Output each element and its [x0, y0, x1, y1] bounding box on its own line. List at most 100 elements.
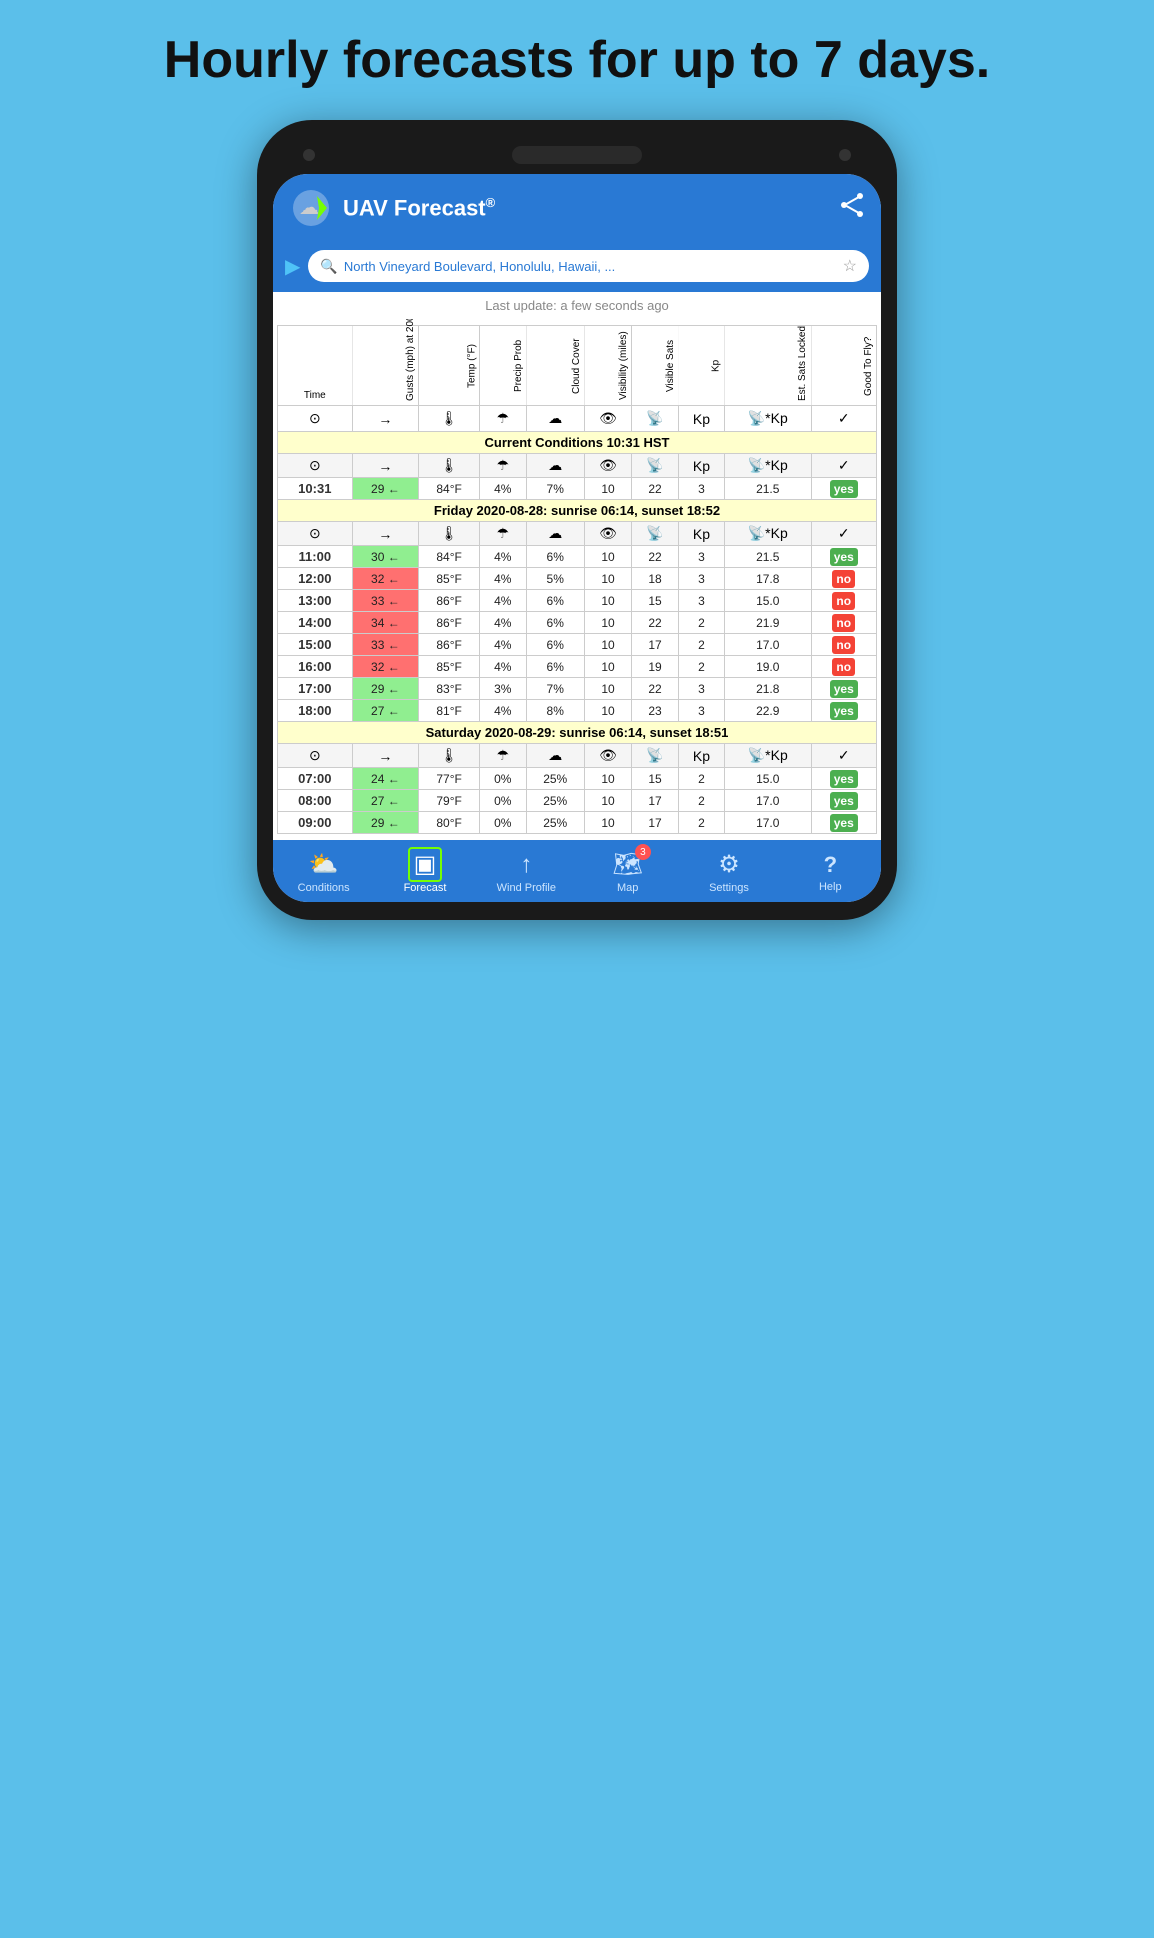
table-row: 15:00 33 ← 86°F 4% 6% 10 17 2 17.0 no	[278, 634, 877, 656]
cell-gusts: 33 ←	[352, 590, 419, 612]
cell-precip: 0%	[480, 768, 527, 790]
cell-precip: 4%	[480, 590, 527, 612]
nav-help[interactable]: ? Help	[795, 852, 865, 893]
cell-fly: yes	[811, 768, 876, 790]
cell-temp: 86°F	[419, 634, 480, 656]
icon-precip: ☂	[480, 406, 527, 432]
cell-gusts: 34 ←	[352, 612, 419, 634]
cell-est-sats: 21.5	[724, 546, 811, 568]
si-precip: ☂	[480, 744, 527, 768]
cell-time: 13:00	[278, 590, 353, 612]
hero-text: Hourly forecasts for up to 7 days.	[124, 30, 1030, 90]
cell-kp: 2	[678, 812, 724, 834]
cell-cloud: 8%	[526, 700, 584, 722]
nav-settings-label: Settings	[709, 882, 749, 894]
cell-sats: 23	[632, 700, 679, 722]
cell-est-sats: 17.0	[724, 634, 811, 656]
nav-forecast[interactable]: ▣ Forecast	[390, 850, 460, 894]
nav-settings[interactable]: ⚙ Settings	[694, 850, 764, 894]
cell-precip: 4%	[480, 546, 527, 568]
cell-sats: 17	[632, 812, 679, 834]
nav-conditions[interactable]: ⛅ Conditions	[289, 850, 359, 894]
cell-time: 16:00	[278, 656, 353, 678]
table-row: 08:00 27 ← 79°F 0% 25% 10 17 2 17.0 yes	[278, 790, 877, 812]
search-icon: 🔍	[320, 258, 337, 275]
cell-time: 18:00	[278, 700, 353, 722]
cell-temp: 85°F	[419, 656, 480, 678]
cell-visibility: 10	[584, 812, 631, 834]
cell-sats: 19	[632, 656, 679, 678]
cell-visibility: 10	[584, 768, 631, 790]
cell-sats: 15	[632, 768, 679, 790]
cell-cloud: 5%	[526, 568, 584, 590]
cell-gusts: 29 ←	[352, 812, 419, 834]
cell-time: 09:00	[278, 812, 353, 834]
cell-sats: 18	[632, 568, 679, 590]
cc-sats: 22	[632, 478, 679, 500]
cell-gusts: 24 ←	[352, 768, 419, 790]
icon-row: ⊙ → 🌡 ☂ ☁ 👁 📡 Kp 📡*Kp ✓	[278, 406, 877, 432]
icon-gusts: →	[352, 406, 419, 432]
cell-fly: yes	[811, 790, 876, 812]
cell-time: 15:00	[278, 634, 353, 656]
table-row: 18:00 27 ← 81°F 4% 8% 10 23 3 22.9 yes	[278, 700, 877, 722]
cell-visibility: 10	[584, 546, 631, 568]
cell-est-sats: 15.0	[724, 590, 811, 612]
si-sats: 📡	[632, 454, 679, 478]
app-header-left: ☁ UAV Forecast®	[289, 186, 495, 230]
saturday-label: Saturday 2020-08-29: sunrise 06:14, suns…	[278, 722, 877, 744]
cell-visibility: 10	[584, 612, 631, 634]
forecast-icon: ▣	[408, 847, 443, 882]
cell-cloud: 6%	[526, 612, 584, 634]
cc-time: 10:31	[278, 478, 353, 500]
cell-sats: 22	[632, 678, 679, 700]
si-vis: 👁	[584, 454, 631, 478]
phone-notch	[273, 138, 881, 174]
si-precip: ☂	[480, 522, 527, 546]
cell-fly: no	[811, 612, 876, 634]
location-arrow-icon[interactable]: ▶	[285, 254, 300, 279]
cell-precip: 4%	[480, 612, 527, 634]
nav-map[interactable]: 🗺 3 Map	[593, 850, 663, 894]
cell-kp: 2	[678, 768, 724, 790]
cell-time: 17:00	[278, 678, 353, 700]
cell-fly: yes	[811, 678, 876, 700]
icon-kp: Kp	[678, 406, 724, 432]
col-header-cloud: Cloud Cover	[526, 326, 584, 406]
col-header-temp: Temp (°F)	[419, 326, 480, 406]
cell-est-sats: 17.8	[724, 568, 811, 590]
cell-kp: 2	[678, 634, 724, 656]
current-conditions-row: 10:31 29 ← 84°F 4% 7% 10 22 3 21.5 yes	[278, 478, 877, 500]
cell-gusts: 32 ←	[352, 656, 419, 678]
si-time: ⊙	[278, 522, 353, 546]
si-kp: Kp	[678, 744, 724, 768]
si-gusts: →	[352, 744, 419, 768]
cell-kp: 3	[678, 700, 724, 722]
cell-fly: no	[811, 568, 876, 590]
saturday-header: Saturday 2020-08-29: sunrise 06:14, suns…	[278, 722, 877, 744]
si-kp: Kp	[678, 522, 724, 546]
cell-kp: 3	[678, 568, 724, 590]
icon-fly: ✓	[811, 406, 876, 432]
search-input-container[interactable]: 🔍 North Vineyard Boulevard, Honolulu, Ha…	[308, 250, 869, 282]
nav-wind-profile[interactable]: ↑ Wind Profile	[491, 851, 561, 894]
phone-screen: ☁ UAV Forecast® ▶	[273, 174, 881, 902]
cell-est-sats: 17.0	[724, 790, 811, 812]
cell-cloud: 6%	[526, 656, 584, 678]
cell-time: 11:00	[278, 546, 353, 568]
si-vis: 👁	[584, 522, 631, 546]
nav-help-label: Help	[819, 881, 842, 893]
bottom-nav: ⛅ Conditions ▣ Forecast ↑ Wind Profile 🗺	[273, 840, 881, 902]
app-title: UAV Forecast®	[343, 195, 495, 221]
cell-fly: no	[811, 634, 876, 656]
current-conditions-label: Current Conditions 10:31 HST	[278, 432, 877, 454]
si-estkp: 📡*Kp	[724, 454, 811, 478]
wind-profile-icon: ↑	[520, 851, 532, 878]
si-fly: ✓	[811, 744, 876, 768]
camera-dot-left	[303, 149, 315, 161]
share-icon[interactable]	[839, 192, 865, 224]
icon-temp: 🌡	[419, 406, 480, 432]
icon-cloud: ☁	[526, 406, 584, 432]
star-icon[interactable]: ☆	[843, 256, 857, 276]
cell-time: 08:00	[278, 790, 353, 812]
